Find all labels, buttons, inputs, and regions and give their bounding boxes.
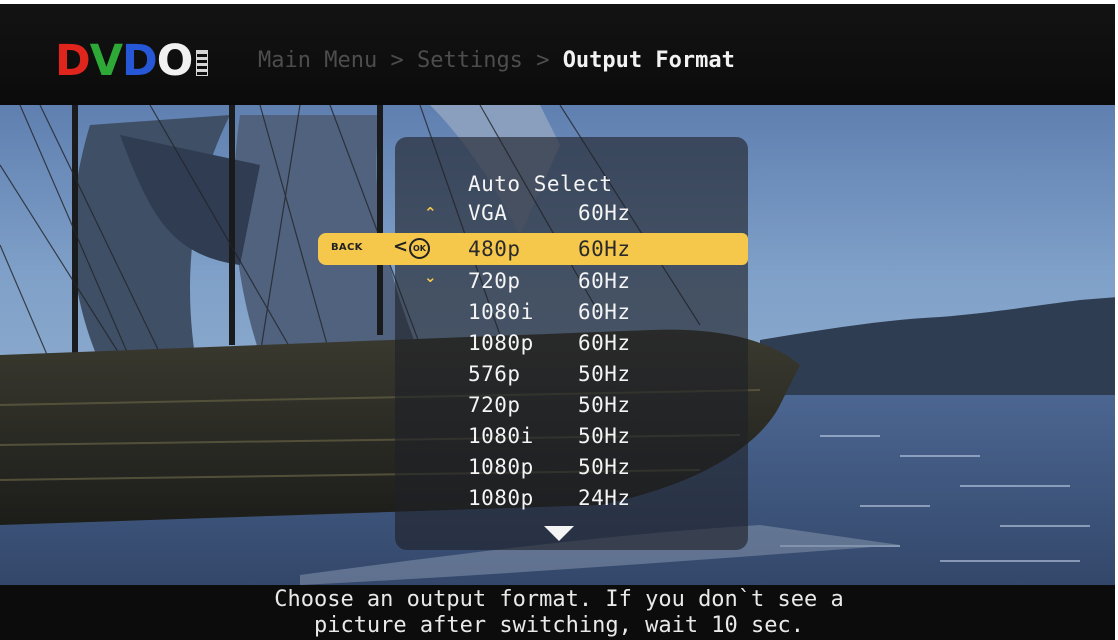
- more-down-icon[interactable]: [544, 526, 574, 541]
- menu-item-1080i-60[interactable]: 1080i 60Hz: [468, 298, 631, 327]
- format-label: 1080i: [468, 424, 534, 448]
- menu-item-1080i-50[interactable]: 1080i 50Hz: [468, 422, 631, 451]
- back-label[interactable]: BACK: [331, 242, 363, 253]
- rate-label: 24Hz: [578, 486, 631, 510]
- chevron-down-icon[interactable]: ⌄: [424, 268, 437, 286]
- help-text-line-1: Choose an output format. If you don`t se…: [274, 587, 844, 612]
- format-label: VGA: [468, 201, 508, 225]
- dvdo-logo: DVDO: [55, 36, 209, 86]
- menu-item-576p-50[interactable]: 576p 50Hz: [468, 360, 631, 389]
- menu-item-720p-50[interactable]: 720p 50Hz: [468, 391, 631, 420]
- format-label: 1080p: [468, 486, 534, 510]
- format-label: 720p: [468, 269, 521, 293]
- format-label: 480p: [468, 237, 521, 261]
- ok-icon[interactable]: OK: [409, 238, 430, 259]
- rate-label: 60Hz: [578, 331, 631, 355]
- breadcrumb-separator: >: [536, 48, 550, 73]
- back-arrow-icon[interactable]: <: [393, 237, 408, 257]
- format-label: 1080p: [468, 331, 534, 355]
- format-label: 720p: [468, 393, 521, 417]
- rate-label: 60Hz: [578, 300, 631, 324]
- rate-label: 50Hz: [578, 424, 631, 448]
- menu-item-1080p-60[interactable]: 1080p 60Hz: [468, 329, 631, 358]
- osd-header: DVDO Main Menu > Settings > Output Forma…: [0, 4, 1118, 105]
- logo-letter-o: O: [156, 36, 194, 86]
- menu-item-1080p-50[interactable]: 1080p 50Hz: [468, 453, 631, 482]
- rate-label: 60Hz: [578, 269, 631, 293]
- menu-item-auto-select[interactable]: Auto Select: [468, 170, 613, 199]
- menu-item-label: Auto Select: [468, 172, 613, 196]
- breadcrumb-settings[interactable]: Settings: [417, 48, 523, 73]
- menu-item-480p-60[interactable]: 480p 60Hz: [468, 235, 631, 264]
- format-label: 1080i: [468, 300, 534, 324]
- rate-label: 60Hz: [578, 237, 631, 261]
- breadcrumb-separator: >: [390, 48, 404, 73]
- tv-screen: DVDO Main Menu > Settings > Output Forma…: [0, 0, 1118, 640]
- rate-label: 50Hz: [578, 393, 631, 417]
- breadcrumb: Main Menu > Settings > Output Format: [258, 46, 735, 76]
- format-label: 1080p: [468, 455, 534, 479]
- logo-letter-v: V: [89, 36, 123, 86]
- breadcrumb-main-menu[interactable]: Main Menu: [258, 48, 377, 73]
- help-text-line-2: picture after switching, wait 10 sec.: [313, 613, 805, 638]
- menu-item-vga-60[interactable]: VGA 60Hz: [468, 199, 631, 228]
- rate-label: 50Hz: [578, 455, 631, 479]
- format-label: 576p: [468, 362, 521, 386]
- logo-letter-d2: D: [121, 36, 158, 86]
- logo-letter-d: D: [55, 36, 91, 86]
- logo-mark-icon: [196, 50, 209, 76]
- menu-item-1080p-24[interactable]: 1080p 24Hz: [468, 484, 631, 513]
- menu-item-720p-60[interactable]: 720p 60Hz: [468, 267, 631, 296]
- rate-label: 60Hz: [578, 201, 631, 225]
- chevron-up-icon[interactable]: ⌃: [424, 204, 437, 222]
- rate-label: 50Hz: [578, 362, 631, 386]
- breadcrumb-output-format: Output Format: [562, 48, 735, 73]
